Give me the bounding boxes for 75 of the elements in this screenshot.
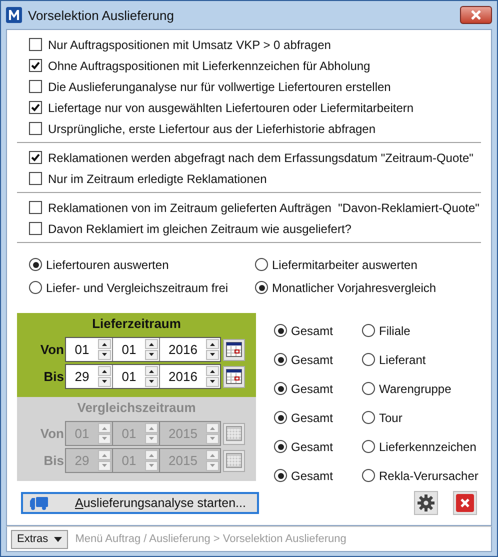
- checkbox-label: Nur Auftragspositionen mit Umsatz VKP > 0 abfragen: [48, 38, 331, 52]
- app-logo-icon: [6, 7, 22, 23]
- date-label: Bis: [42, 369, 65, 384]
- checkbox-label: Reklamationen werden abgefragt nach dem Erfassungsdatum "Zeitraum-Quote": [48, 150, 474, 164]
- caret-icon: [54, 536, 62, 542]
- radio-label: Liefertouren auswerten: [46, 258, 169, 272]
- radio-label: Gesamt: [291, 410, 334, 424]
- radio-button[interactable]: [274, 469, 287, 482]
- radio-label: Liefer- und Vergleichszeitraum frei: [46, 280, 228, 294]
- calendar-icon: [226, 342, 242, 357]
- radio-button[interactable]: [362, 469, 375, 482]
- checkbox[interactable]: [29, 59, 42, 72]
- checkbox[interactable]: [29, 222, 42, 235]
- start-analysis-button[interactable]: Auslieferungsanalyse starten...: [21, 492, 259, 514]
- checkbox[interactable]: [29, 172, 42, 185]
- date-label: Von: [39, 342, 65, 357]
- checkbox-label: Die Auslieferunganalyse nur für vollwertige Liefertouren erstellen: [48, 80, 391, 94]
- date-label: Von: [39, 426, 65, 441]
- checkbox[interactable]: [29, 80, 42, 93]
- radio-button[interactable]: [274, 411, 287, 424]
- window-title: Vorselektion Auslieferung: [28, 8, 174, 22]
- radio-button[interactable]: [362, 324, 375, 337]
- radio-button[interactable]: [274, 353, 287, 366]
- period-title: Lieferzeitraum: [91, 316, 182, 333]
- radio-label: Lieferkennzeichen: [379, 440, 476, 454]
- checkbox[interactable]: [29, 101, 42, 114]
- date-label: Bis: [42, 453, 65, 468]
- settings-icon: [417, 494, 435, 512]
- checkbox[interactable]: [29, 122, 42, 135]
- radio-button[interactable]: [362, 353, 375, 366]
- checkbox-label: Nur im Zeitraum erledigte Reklamationen: [48, 172, 267, 186]
- radio-button[interactable]: [255, 281, 268, 294]
- calendar-button[interactable]: [223, 338, 245, 360]
- radio-label: Liefermitarbeiter auswerten: [272, 258, 418, 272]
- radio-label: Warengruppe: [379, 382, 452, 396]
- radio-label: Lieferant: [379, 352, 426, 366]
- settings-button[interactable]: [414, 491, 438, 515]
- radio-button[interactable]: [255, 258, 268, 271]
- close-button[interactable]: [460, 6, 492, 24]
- radio-label: Gesamt: [291, 382, 334, 396]
- radio-label: Filiale: [379, 324, 410, 338]
- calendar-icon: [226, 453, 242, 468]
- checkbox-label: Davon Reklamiert im gleichen Zeitraum wie ausgeliefert?: [48, 222, 352, 236]
- calendar-icon: [226, 369, 242, 384]
- checkbox[interactable]: [29, 201, 42, 214]
- radio-label: Rekla-Verursacher: [379, 468, 478, 482]
- radio-button[interactable]: [274, 440, 287, 453]
- truck-icon: [29, 496, 49, 510]
- radio-button[interactable]: [274, 324, 287, 337]
- calendar-icon: [226, 426, 242, 441]
- breadcrumb: Menü Auftrag / Auslieferung > Vorselektion Auslieferung: [75, 533, 346, 545]
- radio-button[interactable]: [362, 440, 375, 453]
- radio-button[interactable]: [29, 281, 42, 294]
- checkbox-label: Ursprüngliche, erste Liefertour aus der Lieferhistorie abfragen: [48, 122, 376, 136]
- radio-label: Gesamt: [291, 440, 334, 454]
- radio-button[interactable]: [29, 258, 42, 271]
- checkbox[interactable]: [29, 38, 42, 51]
- extras-menu-button[interactable]: Extras: [11, 530, 68, 548]
- calendar-button[interactable]: [223, 366, 245, 388]
- radio-button[interactable]: [362, 411, 375, 424]
- radio-label: Monatlicher Vorjahresvergleich: [272, 280, 436, 294]
- period-title: Vergleichszeitraum: [76, 400, 197, 417]
- close-icon: [470, 10, 482, 20]
- radio-button[interactable]: [274, 382, 287, 395]
- radio-label: Tour: [379, 410, 402, 424]
- checkbox-label: Liefertage nur von ausgewählten Liefertouren oder Liefermitarbeitern: [48, 100, 414, 114]
- radio-label: Gesamt: [291, 352, 334, 366]
- checkbox[interactable]: [29, 151, 42, 164]
- radio-label: Gesamt: [291, 324, 334, 338]
- radio-button[interactable]: [362, 382, 375, 395]
- checkbox-label: Reklamationen von im Zeitraum gelieferten Aufträgen "Davon-Reklamiert-Quote": [48, 200, 480, 214]
- checkbox-label: Ohne Auftragspositionen mit Lieferkennzeichen für Abholung: [48, 58, 370, 72]
- close-button[interactable]: [453, 491, 477, 515]
- close-icon: [456, 494, 474, 512]
- radio-label: Gesamt: [291, 468, 334, 482]
